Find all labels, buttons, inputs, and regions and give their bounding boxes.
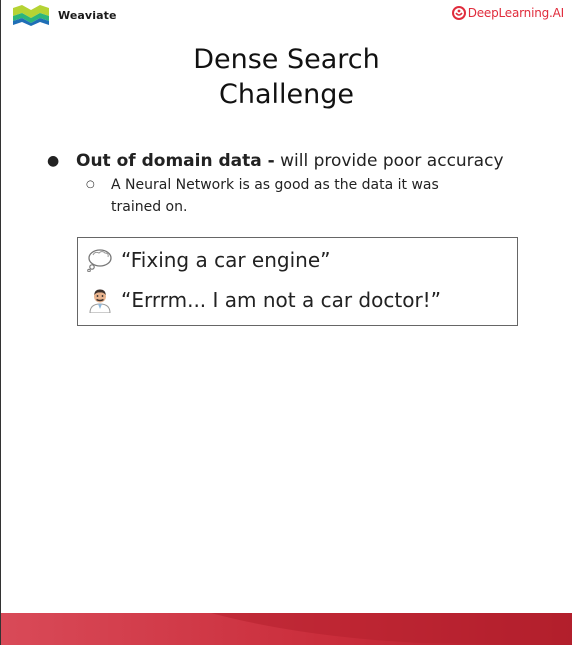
main-bullet-text: Out of domain data - will provide poor a… <box>76 150 504 172</box>
weaviate-logo: Weaviate <box>12 4 117 26</box>
slide: Weaviate DeepLearning.AI Dense Search Ch… <box>0 0 572 645</box>
thought-bubble-icon <box>87 249 112 272</box>
deeplearning-brand-name: DeepLearning.AI <box>467 6 564 20</box>
weaviate-mark-icon <box>13 5 49 26</box>
quote-box: “Fixing a car engine” “Errrm... I am not… <box>77 237 518 326</box>
quote-line-1: “Fixing a car engine” <box>87 248 331 272</box>
main-bullet-rest: will provide poor accuracy <box>274 151 504 171</box>
sub-bullet: ○ A Neural Network is as good as the dat… <box>86 174 506 218</box>
slide-title: Dense Search Challenge <box>1 42 572 112</box>
deeplearning-smile-icon <box>451 6 466 20</box>
slide-title-line-2: Challenge <box>219 79 354 110</box>
main-bullet-bold: Out of domain data - <box>76 151 275 171</box>
sub-bullet-line-2: trained on. <box>111 199 188 215</box>
doctor-icon <box>89 289 111 313</box>
quote-text-2: “Errrm... I am not a car doctor!” <box>121 288 442 312</box>
sub-bullet-line-1: A Neural Network is as good as the data … <box>111 177 439 193</box>
quote-text-1: “Fixing a car engine” <box>121 248 331 272</box>
bullet-circle-icon: ○ <box>86 179 95 190</box>
footer-wave <box>1 613 572 645</box>
sub-bullet-text: A Neural Network is as good as the data … <box>111 174 439 218</box>
weaviate-brand-name: Weaviate <box>58 8 117 22</box>
deeplearning-logo: DeepLearning.AI <box>451 6 564 20</box>
main-bullet: ● Out of domain data - will provide poor… <box>47 150 504 172</box>
bullet-dot-icon: ● <box>47 153 60 169</box>
slide-title-line-1: Dense Search <box>193 44 380 75</box>
quote-line-2: “Errrm... I am not a car doctor!” <box>87 287 441 313</box>
